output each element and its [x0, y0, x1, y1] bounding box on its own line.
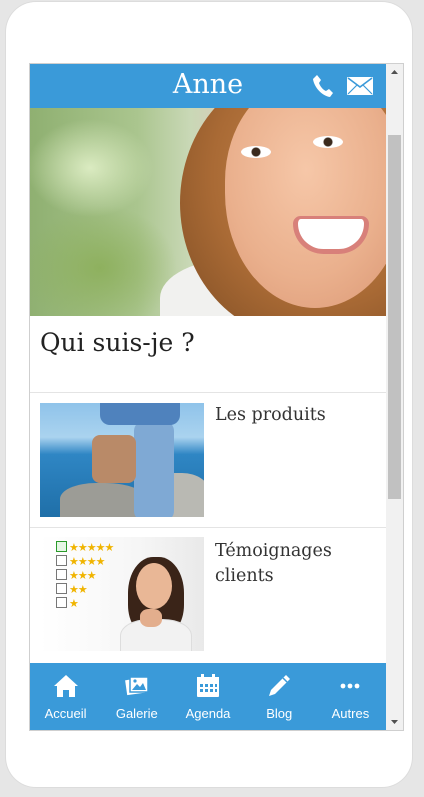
nav-item-galerie[interactable]: Galerie	[101, 663, 172, 730]
hero-eye-left	[241, 146, 271, 158]
rating-5-row: ★★★★★	[56, 541, 114, 554]
woman-face	[136, 563, 172, 609]
bottom-nav: Accueil Galerie Agenda Blog Autres	[30, 663, 386, 730]
nav-item-accueil[interactable]: Accueil	[30, 663, 101, 730]
nav-label: Galerie	[115, 706, 158, 721]
home-icon	[53, 675, 78, 697]
hero-photo	[30, 108, 386, 316]
rating-1-row: ★	[56, 597, 79, 610]
nav-label: Autres	[331, 706, 370, 721]
phone-icon[interactable]	[312, 74, 334, 98]
scroll-up-arrow-icon[interactable]	[386, 64, 403, 81]
rating-3-row: ★★★	[56, 569, 97, 582]
testimonials-image[interactable]: ★★★★★ ★★★★ ★★★ ★★ ★	[40, 537, 204, 651]
calendar-icon	[197, 674, 219, 697]
products-image[interactable]	[40, 403, 204, 517]
figure-arm	[100, 403, 180, 425]
nav-item-blog[interactable]: Blog	[244, 663, 315, 730]
nav-item-agenda[interactable]: Agenda	[172, 663, 243, 730]
testimonials-link[interactable]: Témoignages clients	[215, 539, 375, 589]
handbag-shape	[92, 435, 136, 483]
page-title: Qui suis-je ?	[40, 328, 195, 357]
woman-hand	[140, 609, 162, 627]
rating-4-row: ★★★★	[56, 555, 105, 568]
pencil-icon	[269, 675, 291, 696]
scrollbar-thumb[interactable]	[388, 135, 401, 499]
divider	[30, 392, 386, 393]
gallery-icon	[124, 676, 149, 696]
phone-frame: Anne Qui suis-je ? Les produits ★★★★★ ★★…	[6, 2, 412, 787]
nav-label: Agenda	[185, 706, 231, 721]
nav-label: Accueil	[44, 706, 87, 721]
products-link[interactable]: Les produits	[215, 403, 375, 428]
nav-label: Blog	[266, 706, 293, 721]
app-screen: Anne Qui suis-je ? Les produits ★★★★★ ★★…	[29, 63, 404, 731]
mail-icon[interactable]	[346, 75, 374, 97]
figure-leg	[134, 421, 174, 517]
rating-2-row: ★★	[56, 583, 88, 596]
hero-eye-right	[313, 136, 343, 148]
nav-item-autres[interactable]: Autres	[315, 663, 386, 730]
scroll-down-arrow-icon[interactable]	[386, 713, 403, 730]
app-header: Anne	[30, 64, 386, 108]
scrollbar[interactable]	[386, 64, 403, 730]
divider	[30, 527, 386, 528]
more-icon	[341, 683, 360, 689]
